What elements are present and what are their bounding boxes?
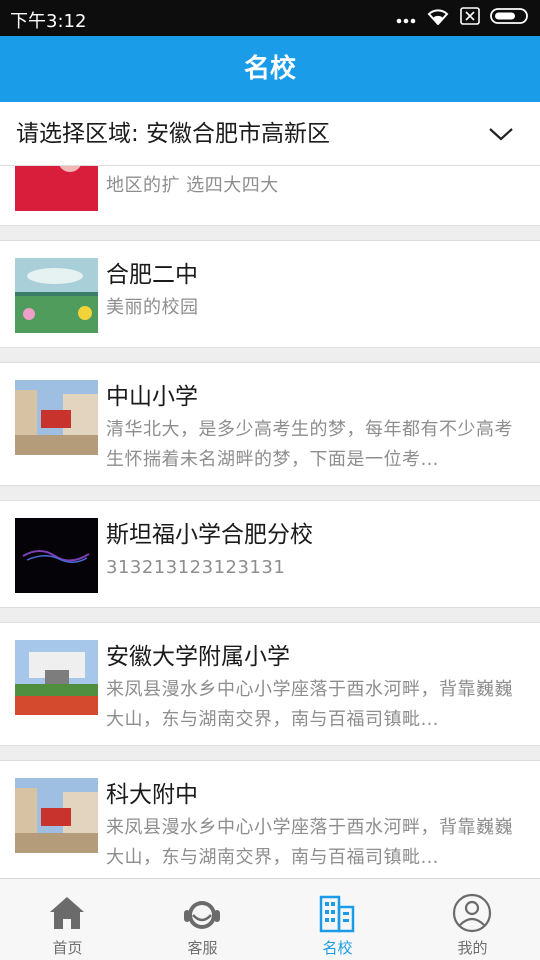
school-thumbnail — [15, 380, 98, 455]
school-description: 来凤县漫水乡中心小学座落于酉水河畔，背靠巍巍大山，东与湖南交界，南与百福司镇毗… — [106, 817, 513, 868]
school-thumbnail — [15, 258, 98, 333]
school-thumbnail — [15, 778, 98, 853]
school-name: 安徽大学附属小学 — [106, 644, 290, 670]
bottom-tab-bar: 首页 客服 名校 我的 — [0, 878, 540, 960]
school-description: 美丽的校园 — [106, 297, 199, 318]
region-label: 请选择区域: 安徽合肥市高新区 — [16, 121, 331, 147]
chevron-down-icon — [488, 124, 514, 148]
status-bar: 下午3:12 — [0, 0, 540, 36]
home-icon — [47, 893, 87, 933]
school-name: 斯坦福小学合肥分校 — [106, 522, 313, 548]
tab-mine[interactable]: 我的 — [405, 879, 540, 960]
school-thumbnail — [15, 640, 98, 715]
more-dots-icon — [396, 9, 416, 28]
school-card[interactable]: 合肥二中 美丽的校园 — [0, 240, 540, 348]
school-card[interactable]: 科大附中 来凤县漫水乡中心小学座落于酉水河畔，背靠巍巍大山，东与湖南交界，南与百… — [0, 760, 540, 878]
school-description: 地区的扩 选四大四大 — [106, 175, 279, 196]
buildings-icon — [317, 893, 357, 933]
school-name: 合肥二中 — [106, 262, 198, 288]
status-time: 下午3:12 — [10, 11, 87, 32]
sim-icon — [460, 7, 480, 29]
school-card[interactable]: 斯坦福小学合肥分校 313213123123131 — [0, 500, 540, 608]
tab-mine-label: 我的 — [457, 939, 488, 957]
tab-home-label: 首页 — [52, 939, 83, 957]
battery-icon — [490, 7, 530, 29]
wifi-icon — [426, 7, 450, 29]
tab-service-label: 客服 — [187, 939, 218, 957]
school-description: 313213123123131 — [106, 557, 286, 578]
school-name: 中山小学 — [106, 384, 198, 410]
school-name: 科大附中 — [106, 782, 198, 808]
headset-icon — [182, 893, 222, 933]
school-thumbnail — [15, 166, 98, 211]
school-description: 来凤县漫水乡中心小学座落于酉水河畔，背靠巍巍大山，东与湖南交界，南与百福司镇毗… — [106, 679, 513, 730]
region-selector[interactable]: 请选择区域: 安徽合肥市高新区 — [0, 102, 540, 166]
page-title: 名校 — [243, 54, 296, 84]
status-icons — [396, 7, 530, 29]
school-description: 清华北大，是多少高考生的梦，每年都有不少高考生怀揣着未名湖畔的梦，下面是一位考… — [106, 419, 513, 470]
tab-home[interactable]: 首页 — [0, 879, 135, 960]
tab-schools[interactable]: 名校 — [270, 879, 405, 960]
school-list[interactable]: 地区的扩 选四大四大 合肥二中 美丽的校园 中山小学 清华北大，是多少高考生的梦… — [0, 166, 540, 878]
school-card[interactable]: 中山小学 清华北大，是多少高考生的梦，每年都有不少高考生怀揣着未名湖畔的梦，下面… — [0, 362, 540, 486]
title-bar: 名校 — [0, 36, 540, 102]
school-card[interactable]: 安徽大学附属小学 来凤县漫水乡中心小学座落于酉水河畔，背靠巍巍大山，东与湖南交界… — [0, 622, 540, 746]
school-thumbnail — [15, 518, 98, 593]
school-card[interactable]: 地区的扩 选四大四大 — [0, 166, 540, 226]
tab-schools-label: 名校 — [322, 939, 353, 957]
tab-service[interactable]: 客服 — [135, 879, 270, 960]
user-icon — [452, 893, 492, 933]
